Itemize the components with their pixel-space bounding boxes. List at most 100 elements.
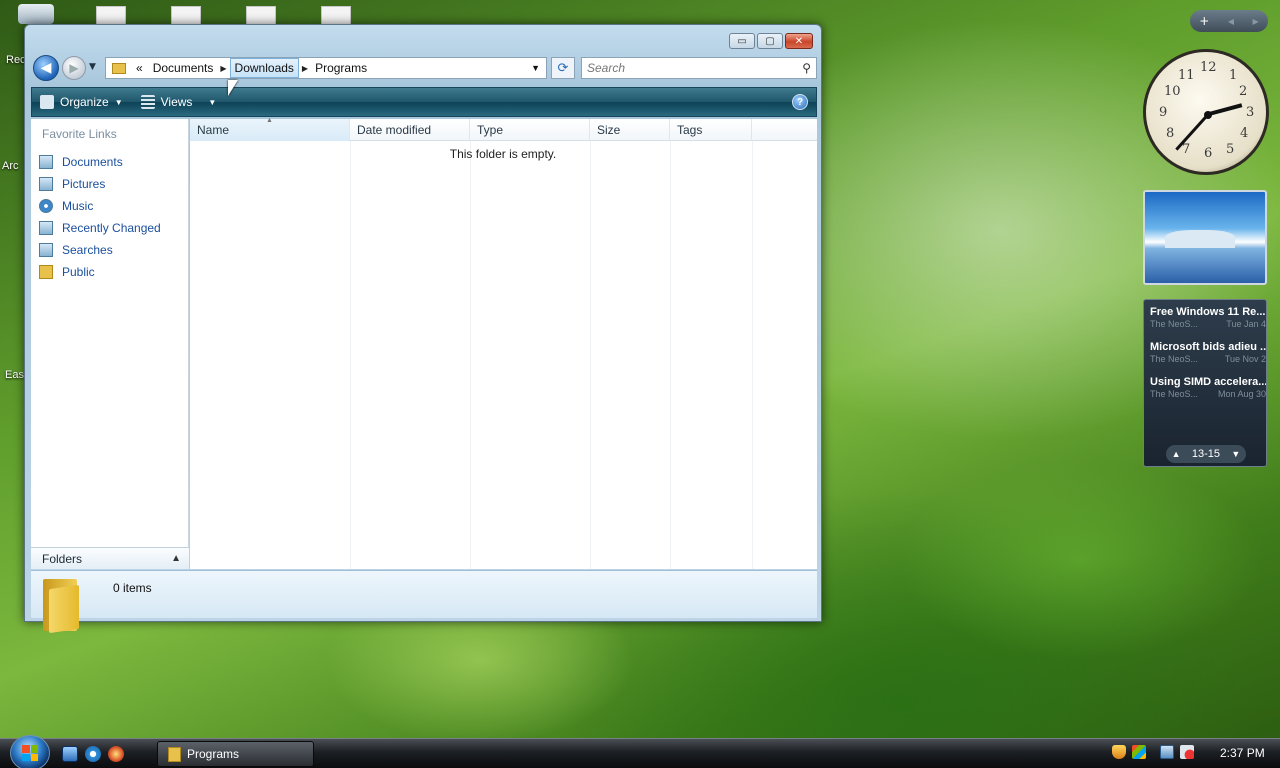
system-tray bbox=[1112, 745, 1200, 759]
clock-number: 3 bbox=[1246, 105, 1255, 120]
favorite-link-recently-changed[interactable]: Recently Changed bbox=[39, 217, 189, 239]
search-placeholder: Search bbox=[587, 61, 626, 75]
sidebar-prev-button[interactable]: ◀ bbox=[1228, 17, 1234, 26]
column-label: Date modified bbox=[357, 123, 432, 137]
sidebar-controls: + ◀ ▶ bbox=[1190, 10, 1268, 32]
feed-date: Mon Aug 30 bbox=[1217, 389, 1266, 399]
breadcrumb-arrow-icon[interactable]: ▶ bbox=[217, 64, 229, 73]
favorite-links-heading: Favorite Links bbox=[42, 127, 117, 141]
column-gridline bbox=[590, 141, 591, 569]
navigation-row: ◀ ▶ ▼ « Documents ▶ Downloads ▶ Programs… bbox=[31, 53, 817, 83]
sidebar-next-button[interactable]: ▶ bbox=[1253, 17, 1259, 26]
empty-folder-message: This folder is empty. bbox=[449, 147, 557, 161]
volume-muted-icon[interactable] bbox=[1180, 745, 1194, 759]
folder-icon bbox=[168, 746, 181, 762]
feed-next-button[interactable]: ▼ bbox=[1231, 449, 1240, 459]
windows-update-icon[interactable] bbox=[1132, 745, 1146, 759]
favorite-link-pictures[interactable]: Pictures bbox=[39, 173, 189, 195]
clock-number: 4 bbox=[1240, 126, 1249, 141]
folder-icon bbox=[39, 265, 53, 279]
searches-icon bbox=[39, 243, 53, 257]
favorite-link-label: Recently Changed bbox=[62, 221, 161, 235]
views-button[interactable]: Views ▼ bbox=[133, 88, 227, 116]
favorite-link-documents[interactable]: Documents bbox=[39, 151, 189, 173]
taskbar-clock[interactable]: 2:37 PM bbox=[1220, 746, 1265, 760]
clock-number: 10 bbox=[1164, 84, 1181, 99]
recent-icon bbox=[39, 221, 53, 235]
favorite-link-public[interactable]: Public bbox=[39, 261, 189, 283]
column-tags[interactable]: Tags bbox=[670, 119, 752, 141]
feed-title: Free Windows 11 Re... bbox=[1150, 306, 1266, 318]
taskbar: Programs 2:37 PM bbox=[0, 735, 1280, 768]
search-icon[interactable]: ⚲ bbox=[802, 61, 811, 75]
address-history-dropdown[interactable]: ▼ bbox=[525, 63, 546, 73]
media-player-icon[interactable] bbox=[108, 746, 124, 762]
close-button[interactable]: ✕ bbox=[785, 33, 813, 49]
details-pane: 0 items bbox=[31, 570, 817, 634]
maximize-button[interactable]: ▢ bbox=[757, 33, 783, 49]
caption-buttons: ▭ ▢ ✕ bbox=[727, 33, 813, 49]
column-gridline bbox=[752, 141, 753, 569]
breadcrumb-documents[interactable]: Documents bbox=[149, 58, 218, 78]
security-shield-icon[interactable] bbox=[1112, 745, 1126, 759]
feed-prev-button[interactable]: ▲ bbox=[1172, 449, 1181, 459]
column-header: ▲ Name Date modified Type Size Tags bbox=[190, 117, 817, 141]
add-gadget-button[interactable]: + bbox=[1199, 14, 1209, 28]
address-overflow-chevron[interactable]: « bbox=[130, 61, 149, 75]
refresh-button[interactable]: ⟳ bbox=[551, 57, 575, 79]
desktop-label-recycle: Rec bbox=[6, 54, 26, 66]
organize-button[interactable]: Organize ▼ bbox=[32, 88, 133, 116]
recent-pages-dropdown[interactable]: ▼ bbox=[89, 62, 96, 72]
favorite-link-label: Public bbox=[62, 265, 95, 279]
clock-number: 8 bbox=[1166, 126, 1175, 141]
desktop-recycle-bin-icon[interactable] bbox=[18, 4, 54, 24]
clock-number: 2 bbox=[1239, 84, 1248, 99]
file-list[interactable]: ▲ Name Date modified Type Size Tags This… bbox=[190, 117, 817, 569]
search-input[interactable]: Search ⚲ bbox=[581, 57, 817, 79]
folders-label: Folders bbox=[42, 551, 83, 566]
breadcrumb-programs[interactable]: Programs bbox=[311, 58, 371, 78]
taskbar-button-programs[interactable]: Programs bbox=[157, 741, 314, 767]
clock-hour-hand bbox=[1208, 103, 1243, 116]
column-date-modified[interactable]: Date modified bbox=[350, 119, 470, 141]
feed-item[interactable]: Microsoft bids adieu ... The NeoS... Tue… bbox=[1150, 341, 1266, 364]
folders-toggle[interactable]: Folders ▲ bbox=[31, 547, 189, 569]
slideshow-image bbox=[1165, 230, 1235, 248]
explorer-window[interactable]: ▭ ▢ ✕ ◀ ▶ ▼ « Documents ▶ Downloads ▶ Pr… bbox=[24, 24, 822, 634]
feed-item[interactable]: Using SIMD accelera... The NeoS... Mon A… bbox=[1150, 376, 1266, 399]
clock-number: 9 bbox=[1159, 105, 1168, 120]
network-icon[interactable] bbox=[1160, 745, 1174, 759]
favorite-link-label: Documents bbox=[62, 155, 123, 169]
music-icon bbox=[39, 199, 53, 213]
clock-center bbox=[1204, 111, 1212, 119]
favorite-link-searches[interactable]: Searches bbox=[39, 239, 189, 261]
slideshow-gadget[interactable] bbox=[1143, 190, 1267, 285]
internet-explorer-icon[interactable] bbox=[85, 746, 101, 762]
feed-title: Microsoft bids adieu ... bbox=[1150, 341, 1266, 353]
breadcrumb-downloads[interactable]: Downloads bbox=[229, 58, 299, 78]
favorite-link-label: Music bbox=[62, 199, 94, 213]
forward-button[interactable]: ▶ bbox=[62, 56, 86, 80]
feed-range: 13-15 bbox=[1191, 448, 1221, 460]
column-gridline bbox=[470, 141, 471, 569]
column-size[interactable]: Size bbox=[590, 119, 670, 141]
back-button[interactable]: ◀ bbox=[33, 55, 59, 81]
help-icon[interactable]: ? bbox=[792, 94, 808, 110]
chevron-down-icon: ▼ bbox=[114, 97, 123, 107]
column-name[interactable]: ▲ Name bbox=[190, 117, 350, 141]
address-bar[interactable]: « Documents ▶ Downloads ▶ Programs ▼ bbox=[105, 57, 547, 79]
feed-date: Tue Jan 4 bbox=[1226, 319, 1266, 329]
minimize-button[interactable]: ▭ bbox=[729, 33, 755, 49]
show-desktop-icon[interactable] bbox=[62, 746, 78, 762]
column-gridline bbox=[350, 141, 351, 569]
feed-item[interactable]: Free Windows 11 Re... The NeoS... Tue Ja… bbox=[1150, 306, 1266, 329]
column-label: Name bbox=[197, 123, 230, 137]
column-type[interactable]: Type bbox=[470, 119, 590, 141]
start-button[interactable] bbox=[10, 735, 50, 768]
organize-label: Organize bbox=[60, 95, 109, 109]
favorite-link-music[interactable]: Music bbox=[39, 195, 189, 217]
clock-gadget[interactable]: 12 1 2 3 4 5 6 7 8 9 10 11 bbox=[1143, 49, 1269, 175]
breadcrumb-arrow-icon[interactable]: ▶ bbox=[299, 64, 311, 73]
column-label: Tags bbox=[677, 123, 703, 137]
clock-number: 5 bbox=[1226, 142, 1235, 157]
